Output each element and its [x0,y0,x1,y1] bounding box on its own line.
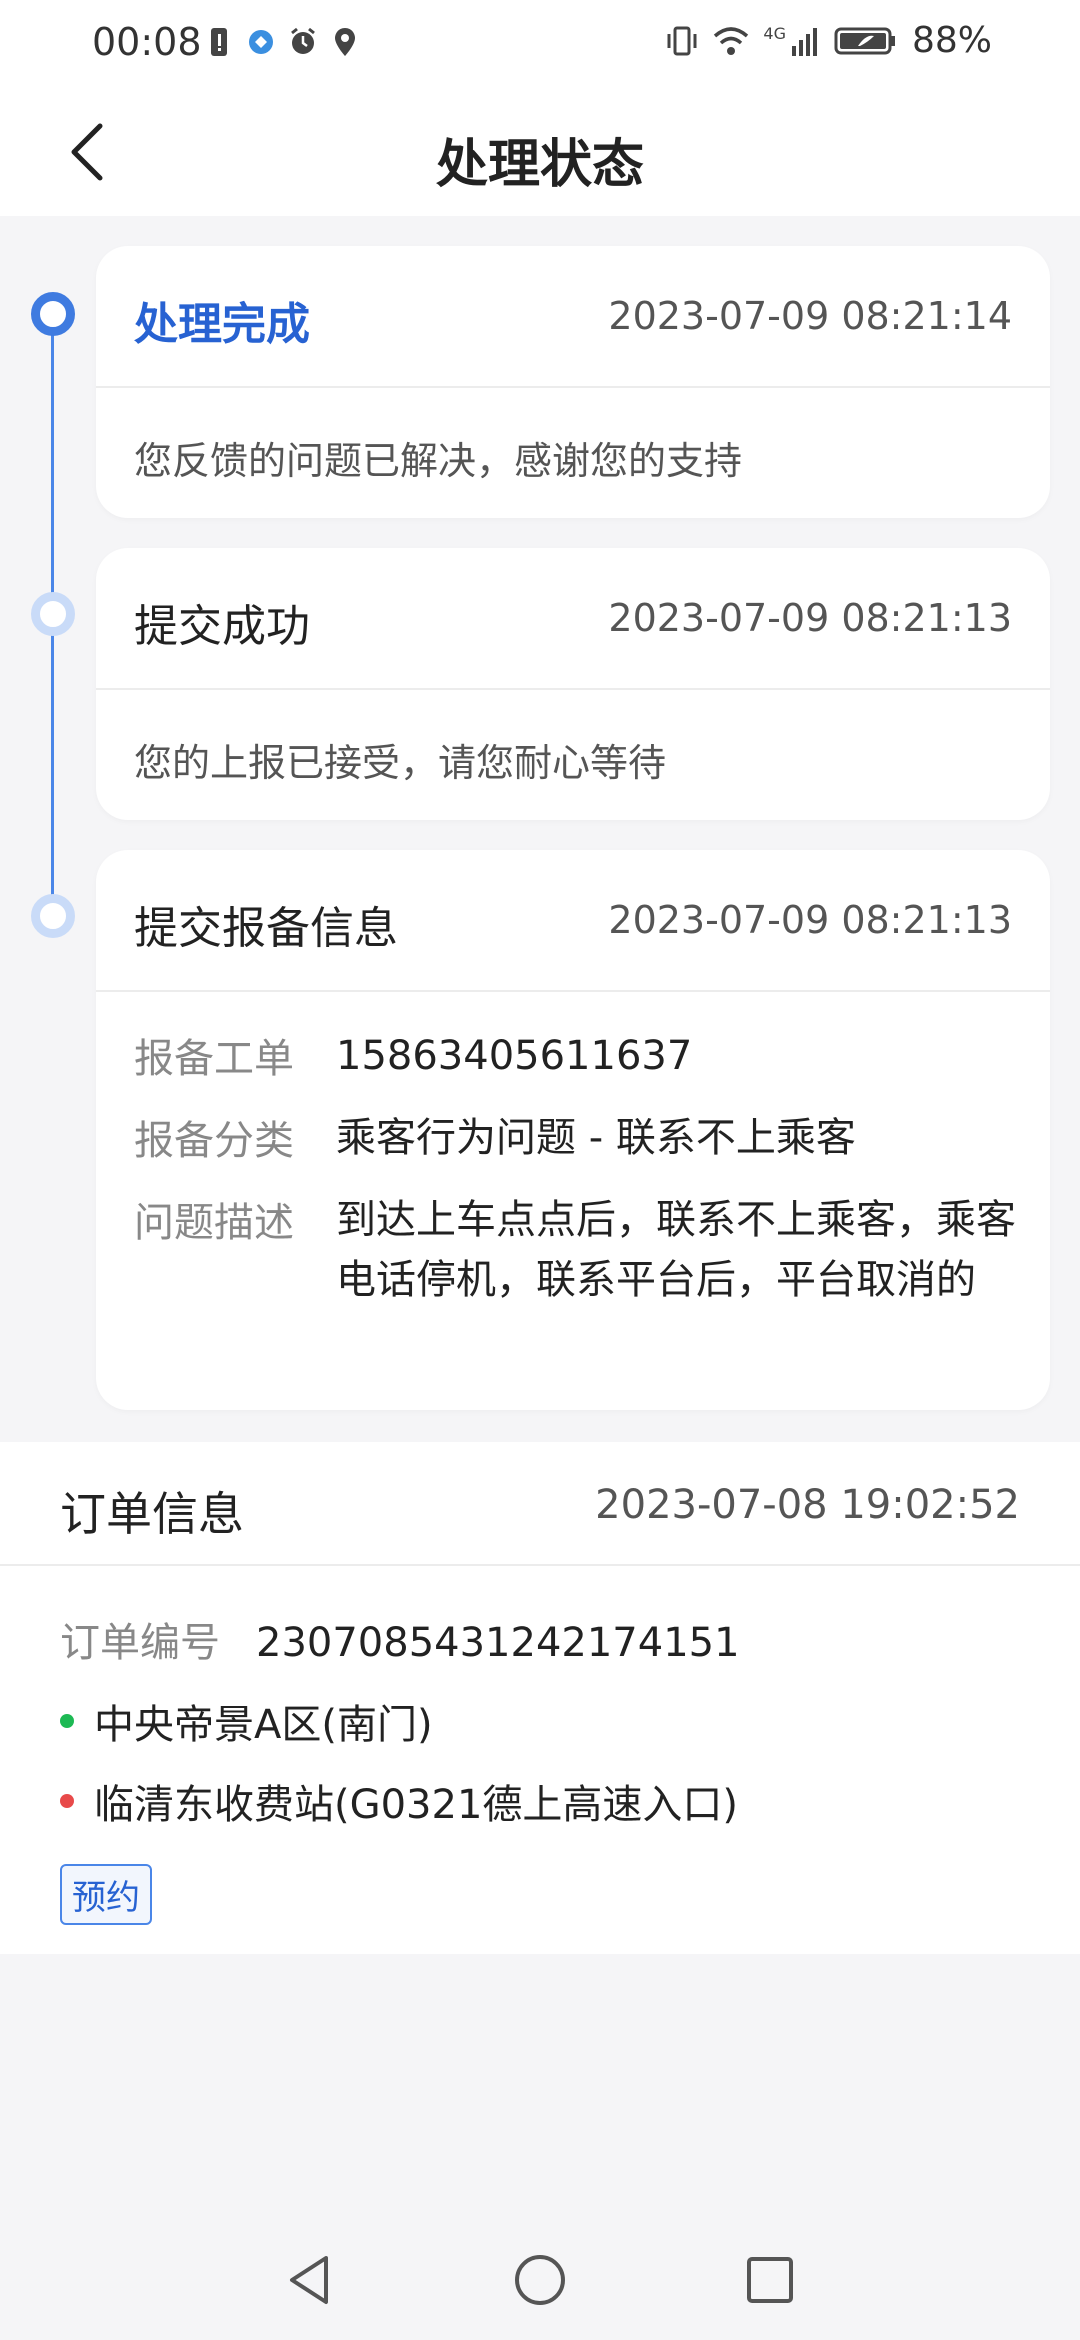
order-id-label: 订单编号 [60,1620,220,1666]
nav-recents-icon[interactable] [740,2250,800,2310]
status-title: 提交成功 [134,601,310,652]
signal-icon [791,27,817,56]
battery-icon [834,27,895,54]
end-address-row: 临清东收费站(G0321德上高速入口) [60,1772,738,1830]
timeline-dot-submitted [31,592,75,636]
info-label: 报备工单 [134,1036,294,1082]
report-category-row: 报备分类 乘客行为问题 - 联系不上乘客 [134,1108,1026,1168]
order-section: 订单信息 2023-07-08 19:02:52 订单编号 23070854312… [0,1442,1080,1954]
report-description-row: 问题描述 到达上车点点后，联系不上乘客，乘客电话停机，联系平台后，平台取消的 [134,1190,1026,1310]
report-description-value: 到达上车点点后，联系不上乘客，乘客电话停机，联系平台后，平台取消的 [336,1197,1016,1303]
start-address: 中央帝景A区(南门) [94,1702,433,1748]
status-title: 提交报备信息 [134,903,398,954]
report-category-value: 乘客行为问题 - 联系不上乘客 [336,1115,856,1161]
start-dot-icon [60,1714,74,1728]
status-time: 2023-07-09 08:21:13 [608,898,1012,942]
vibrate-icon [667,26,697,55]
end-dot-icon [60,1794,74,1808]
status-time: 2023-07-09 08:21:14 [608,294,1012,338]
status-bar: 00:08 4G 88% [0,0,1080,88]
status-title: 处理完成 [134,299,310,350]
battery-percent: 88% [911,20,992,61]
status-card-done: 处理完成 2023-07-09 08:21:14 您反馈的问题已解决，感谢您的支… [96,246,1050,518]
alarm-icon [291,27,315,54]
report-ticket-row: 报备工单 15863405611637 [134,1026,1026,1086]
location-icon [335,28,355,56]
wifi-icon [714,26,749,55]
status-message: 您反馈的问题已解决，感谢您的支持 [134,439,743,483]
status-time: 00:08 [92,20,202,64]
end-address: 临清东收费站(G0321德上高速入口) [94,1782,739,1828]
info-label: 问题描述 [134,1200,294,1246]
nav-back-icon[interactable] [280,2250,340,2310]
info-label: 报备分类 [134,1118,294,1164]
app-header: 处理状态 [0,88,1080,216]
reservation-tag: 预约 [60,1864,152,1925]
sim-alert-icon [211,28,227,56]
app-notification-icon [249,30,273,54]
status-message: 您的上报已接受，请您耐心等待 [134,741,667,785]
order-id-row: 订单编号 2307085431242174151 [60,1610,740,1668]
timeline-dot-done [31,292,75,336]
status-time: 2023-07-09 08:21:13 [608,596,1012,640]
page-title: 处理状态 [435,135,644,195]
status-card-submitted: 提交成功 2023-07-09 08:21:13 您的上报已接受，请您耐心等待 [96,548,1050,820]
system-nav-bar [0,2220,1080,2340]
status-card-report: 提交报备信息 2023-07-09 08:21:13 报备工单 158634056… [96,850,1050,1410]
order-title: 订单信息 [60,1487,244,1541]
start-address-row: 中央帝景A区(南门) [60,1692,433,1750]
network-type: 4G [763,24,786,43]
order-time: 2023-07-08 19:02:52 [595,1482,1020,1528]
nav-home-icon[interactable] [510,2250,570,2310]
timeline-dot-report [31,894,75,938]
report-ticket-value: 15863405611637 [336,1033,693,1079]
order-id-value: 2307085431242174151 [256,1620,740,1666]
